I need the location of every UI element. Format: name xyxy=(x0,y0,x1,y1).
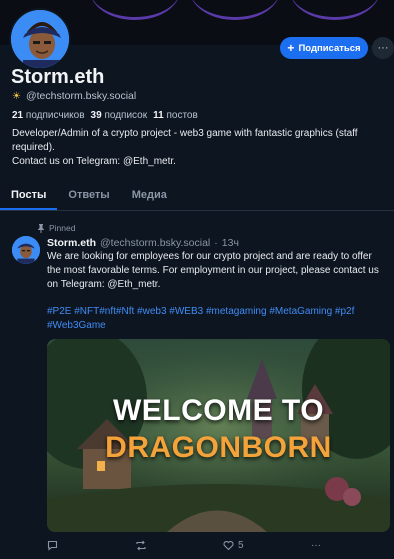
posts-count: 11 xyxy=(153,110,164,121)
bio-line: Developer/Admin of a crypto project - we… xyxy=(12,128,358,153)
heart-icon xyxy=(223,540,234,551)
repost-button[interactable] xyxy=(135,540,147,551)
follow-button[interactable]: + Подписаться xyxy=(280,37,368,59)
profile-display-name: Storm.eth xyxy=(11,66,105,88)
avatar[interactable] xyxy=(9,8,71,70)
tab-replies[interactable]: Ответы xyxy=(57,183,120,210)
followers-label: подписчиков xyxy=(25,110,85,121)
sun-icon: ☀ xyxy=(12,90,21,102)
post-more-button[interactable]: ··· xyxy=(311,540,321,551)
following-count: 39 xyxy=(90,110,102,121)
like-count: 5 xyxy=(238,540,244,551)
followers-count: 21 xyxy=(12,110,24,121)
post-header: Storm.eth @techstorm.bsky.social · 13ч xyxy=(47,237,239,249)
bio-line: Contact us on Telegram: @Eth_metr. xyxy=(12,156,176,167)
repost-icon xyxy=(136,540,146,551)
more-options-button[interactable]: ··· xyxy=(372,37,394,59)
post-separator: · xyxy=(214,237,218,249)
post-author-avatar[interactable] xyxy=(12,236,40,264)
profile-handle-row: ☀ @techstorm.bsky.social xyxy=(12,90,136,102)
pinned-label: Pinned xyxy=(49,223,76,233)
profile-tabs: Посты Ответы Медиа xyxy=(0,183,394,211)
posts-stat: 11 постов xyxy=(153,110,198,121)
post-image[interactable]: WELCOME TO DRAGONBORN xyxy=(47,339,390,532)
banner-decoration xyxy=(90,0,180,20)
tab-media[interactable]: Медиа xyxy=(121,183,178,210)
avatar-image xyxy=(11,10,69,68)
pin-icon xyxy=(38,223,44,233)
banner-decoration xyxy=(190,0,280,20)
banner-decoration xyxy=(290,0,380,20)
profile-bio: Developer/Admin of a crypto project - we… xyxy=(12,127,384,169)
posts-label: постов xyxy=(166,110,198,121)
ellipsis-icon: ··· xyxy=(377,42,389,54)
post-author-handle[interactable]: @techstorm.bsky.social xyxy=(100,237,210,249)
ellipsis-icon: ··· xyxy=(311,540,321,551)
reply-button[interactable] xyxy=(47,540,58,551)
post-actions: 5 ··· xyxy=(47,540,387,554)
profile-handle: @techstorm.bsky.social xyxy=(25,90,137,102)
post-text: We are looking for employees for our cry… xyxy=(47,251,379,290)
post-author-name[interactable]: Storm.eth xyxy=(47,237,96,249)
like-button[interactable]: 5 xyxy=(223,540,244,551)
reply-icon xyxy=(47,540,58,551)
pinned-indicator: Pinned xyxy=(37,223,75,233)
followers-stat[interactable]: 21 подписчиков xyxy=(12,110,85,121)
following-label: подписок xyxy=(104,110,148,121)
profile-stats: 21 подписчиков 39 подписок 11 постов xyxy=(12,110,198,121)
plus-icon: + xyxy=(287,41,295,55)
avatar-image xyxy=(12,236,40,264)
post-timestamp[interactable]: 13ч xyxy=(222,237,239,249)
image-title-line1: WELCOME TO xyxy=(112,394,325,427)
follow-label: Подписаться xyxy=(298,42,361,54)
image-title-line2: DRAGONBORN xyxy=(105,431,332,464)
tab-posts[interactable]: Посты xyxy=(0,183,58,210)
following-stat[interactable]: 39 подписок xyxy=(91,110,148,121)
post-hashtags[interactable]: #P2E #NFT#nft#Nft #web3 #WEB3 #metagamin… xyxy=(47,305,387,333)
